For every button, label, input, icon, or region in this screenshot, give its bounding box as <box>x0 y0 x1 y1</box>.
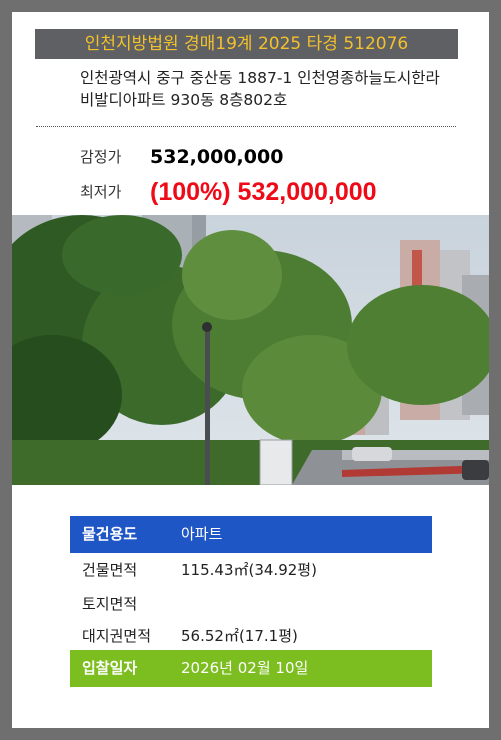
auction-card: 인천지방법원 경매19계 2025 타경 512076 인천광역시 중구 중산동… <box>12 12 489 728</box>
bid-date-label: 입찰일자 <box>82 659 138 677</box>
property-photo <box>12 215 489 485</box>
row-usage: 물건용도 아파트 <box>70 516 432 553</box>
building-area-value: 115.43㎡(34.92평) <box>181 561 317 579</box>
land-right-area-value: 56.52㎡(17.1평) <box>181 627 298 645</box>
appraisal-price-row: 감정가 532,000,000 <box>80 146 283 168</box>
row-land-area: 토지면적 <box>70 589 432 619</box>
building-area-label: 건물면적 <box>82 561 138 579</box>
appraisal-label: 감정가 <box>80 148 122 166</box>
case-title: 인천지방법원 경매19계 2025 타경 512076 <box>35 29 458 59</box>
row-building-area: 건물면적 115.43㎡(34.92평) <box>70 555 432 585</box>
usage-value: 아파트 <box>181 525 223 543</box>
land-right-area-label: 대지권면적 <box>82 627 152 645</box>
property-address: 인천광역시 중구 중산동 1887-1 인천영종하늘도시한라 비발디아파트 93… <box>80 67 480 111</box>
minimum-price-row: 최저가 (100%) 532,000,000 <box>80 178 377 207</box>
row-land-right-area: 대지권면적 56.52㎡(17.1평) <box>70 621 432 651</box>
minimum-value: (100%) 532,000,000 <box>150 178 377 206</box>
land-area-label: 토지면적 <box>82 595 138 613</box>
address-line-1: 인천광역시 중구 중산동 1887-1 인천영종하늘도시한라 <box>80 69 440 87</box>
bid-date-value: 2026년 02월 10일 <box>181 659 309 677</box>
usage-label: 물건용도 <box>82 525 138 543</box>
appraisal-value: 532,000,000 <box>150 146 284 168</box>
row-bid-date: 입찰일자 2026년 02월 10일 <box>70 650 432 687</box>
minimum-label: 최저가 <box>80 183 122 201</box>
dotted-divider <box>36 126 456 127</box>
address-line-2: 비발디아파트 930동 8층802호 <box>80 91 288 109</box>
